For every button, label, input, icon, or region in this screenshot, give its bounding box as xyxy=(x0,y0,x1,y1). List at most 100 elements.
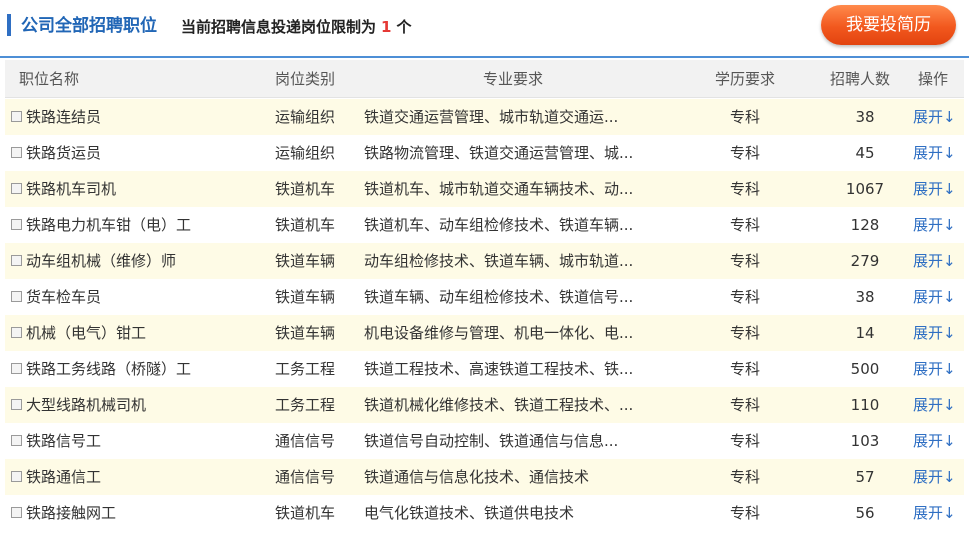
expand-link[interactable]: 展开↓ xyxy=(913,171,961,207)
row-checkbox[interactable] xyxy=(11,147,22,158)
expand-link[interactable]: 展开↓ xyxy=(913,387,961,423)
table-row: 铁路电力机车钳（电）工 铁道机车 铁道机车、动车组检修技术、铁道车辆... 专科 128… xyxy=(5,207,964,243)
education-requirement: 专科 xyxy=(729,252,760,270)
headcount: 1067 xyxy=(845,180,885,198)
position-name: 货车检车员 xyxy=(26,288,102,306)
education-requirement: 专科 xyxy=(729,288,760,306)
expand-link[interactable]: 展开↓ xyxy=(913,351,961,387)
position-name: 铁路信号工 xyxy=(26,432,102,450)
headcount: 57 xyxy=(855,468,875,486)
headcount: 38 xyxy=(855,108,875,126)
expand-link[interactable]: 展开↓ xyxy=(913,135,961,171)
major-requirement: 铁道信号自动控制、铁道通信与信息... xyxy=(364,432,619,450)
table-row: 铁路接触网工 铁道机车 电气化铁道技术、铁道供电技术 专科 56 展开↓ xyxy=(5,495,964,531)
position-category: 工务工程 xyxy=(275,396,336,414)
position-category: 通信信号 xyxy=(275,432,336,450)
row-checkbox[interactable] xyxy=(11,327,22,338)
table-row: 动车组机械（维修）师 铁道车辆 动车组检修技术、铁道车辆、城市轨道... 专科 279 展… xyxy=(5,243,964,279)
education-requirement: 专科 xyxy=(729,396,760,414)
row-checkbox[interactable] xyxy=(11,219,22,230)
major-requirement: 机电设备维修与管理、机电一体化、电... xyxy=(364,324,634,342)
expand-link[interactable]: 展开↓ xyxy=(913,243,961,279)
table-row: 铁路信号工 通信信号 铁道信号自动控制、铁道通信与信息... 专科 103 展开↓ xyxy=(5,423,964,459)
header-accent-bar xyxy=(7,14,11,36)
table-row: 机械（电气）钳工 铁道车辆 机电设备维修与管理、机电一体化、电... 专科 14 展开↓ xyxy=(5,315,964,351)
education-requirement: 专科 xyxy=(729,180,760,198)
row-checkbox[interactable] xyxy=(11,471,22,482)
education-requirement: 专科 xyxy=(729,108,760,126)
row-checkbox[interactable] xyxy=(11,363,22,374)
page-title: 公司全部招聘职位 xyxy=(21,16,157,36)
row-checkbox[interactable] xyxy=(11,399,22,410)
education-requirement: 专科 xyxy=(729,468,760,486)
position-category: 铁道车辆 xyxy=(275,252,336,270)
headcount: 110 xyxy=(850,396,880,414)
education-requirement: 专科 xyxy=(729,432,760,450)
major-requirement: 电气化铁道技术、铁道供电技术 xyxy=(364,504,575,522)
position-category: 铁道车辆 xyxy=(275,288,336,306)
headcount: 14 xyxy=(855,324,875,342)
major-requirement: 铁路物流管理、铁道交通运营管理、城... xyxy=(364,144,634,162)
position-category: 铁道机车 xyxy=(275,216,336,234)
table-row: 铁路货运员 运输组织 铁路物流管理、铁道交通运营管理、城... 专科 45 展开↓ xyxy=(5,135,964,171)
education-requirement: 专科 xyxy=(729,324,760,342)
position-category: 通信信号 xyxy=(275,468,336,486)
headcount: 56 xyxy=(855,504,875,522)
expand-link[interactable]: 展开↓ xyxy=(913,315,961,351)
expand-link[interactable]: 展开↓ xyxy=(913,459,961,495)
major-requirement: 铁道通信与信息化技术、通信技术 xyxy=(364,468,590,486)
limit-note-suffix: 个 xyxy=(396,18,412,36)
position-name: 铁路通信工 xyxy=(26,468,102,486)
education-requirement: 专科 xyxy=(729,216,760,234)
position-name: 大型线路机械司机 xyxy=(26,396,147,414)
submit-resume-button[interactable]: 我要投简历 xyxy=(821,5,956,45)
column-header-headcount: 招聘人数 xyxy=(830,70,891,88)
headcount: 279 xyxy=(850,252,880,270)
table-header: 职位名称 岗位类别 专业要求 学历要求 招聘人数 操作 xyxy=(5,60,964,98)
major-requirement: 铁道工程技术、高速铁道工程技术、铁... xyxy=(364,360,634,378)
position-category: 运输组织 xyxy=(275,108,336,126)
column-header-action: 操作 xyxy=(918,70,949,88)
major-requirement: 铁道机车、动车组检修技术、铁道车辆... xyxy=(364,216,634,234)
table-row: 铁路工务线路（桥隧）工 工务工程 铁道工程技术、高速铁道工程技术、铁... 专科 500… xyxy=(5,351,964,387)
page-header: 公司全部招聘职位 当前招聘信息投递岗位限制为 1 个 我要投简历 xyxy=(0,0,969,58)
education-requirement: 专科 xyxy=(729,360,760,378)
position-name: 铁路连结员 xyxy=(26,108,102,126)
position-name: 铁路电力机车钳（电）工 xyxy=(26,216,192,234)
expand-link[interactable]: 展开↓ xyxy=(913,423,961,459)
headcount: 128 xyxy=(850,216,880,234)
limit-note-prefix: 当前招聘信息投递岗位限制为 xyxy=(181,18,377,36)
row-checkbox[interactable] xyxy=(11,507,22,518)
headcount: 45 xyxy=(855,144,875,162)
expand-link[interactable]: 展开↓ xyxy=(913,495,961,531)
table-row: 铁路机车司机 铁道机车 铁道机车、城市轨道交通车辆技术、动... 专科 1067 展开↓ xyxy=(5,171,964,207)
job-table-body: 铁路连结员 运输组织 铁道交通运营管理、城市轨道交通运... 专科 38 展开↓ 铁路货运员… xyxy=(5,99,964,531)
limit-count: 1 xyxy=(381,18,392,36)
column-header-major: 专业要求 xyxy=(483,70,544,88)
major-requirement: 铁道机械化维修技术、铁道工程技术、... xyxy=(364,396,634,414)
position-name: 铁路货运员 xyxy=(26,144,102,162)
column-header-education: 学历要求 xyxy=(715,70,776,88)
row-checkbox[interactable] xyxy=(11,255,22,266)
table-row: 铁路通信工 通信信号 铁道通信与信息化技术、通信技术 专科 57 展开↓ xyxy=(5,459,964,495)
major-requirement: 动车组检修技术、铁道车辆、城市轨道... xyxy=(364,252,634,270)
education-requirement: 专科 xyxy=(729,504,760,522)
expand-link[interactable]: 展开↓ xyxy=(913,99,961,135)
position-name: 铁路工务线路（桥隧）工 xyxy=(26,360,192,378)
major-requirement: 铁道交通运营管理、城市轨道交通运... xyxy=(364,108,619,126)
row-checkbox[interactable] xyxy=(11,435,22,446)
headcount: 500 xyxy=(850,360,880,378)
position-category: 铁道机车 xyxy=(275,180,336,198)
education-requirement: 专科 xyxy=(729,144,760,162)
row-checkbox[interactable] xyxy=(11,111,22,122)
expand-link[interactable]: 展开↓ xyxy=(913,279,961,315)
row-checkbox[interactable] xyxy=(11,291,22,302)
column-header-category: 岗位类别 xyxy=(275,70,336,88)
expand-link[interactable]: 展开↓ xyxy=(913,207,961,243)
headcount: 38 xyxy=(855,288,875,306)
headcount: 103 xyxy=(850,432,880,450)
position-name: 铁路机车司机 xyxy=(26,180,117,198)
position-category: 运输组织 xyxy=(275,144,336,162)
position-name: 铁路接触网工 xyxy=(26,504,117,522)
row-checkbox[interactable] xyxy=(11,183,22,194)
